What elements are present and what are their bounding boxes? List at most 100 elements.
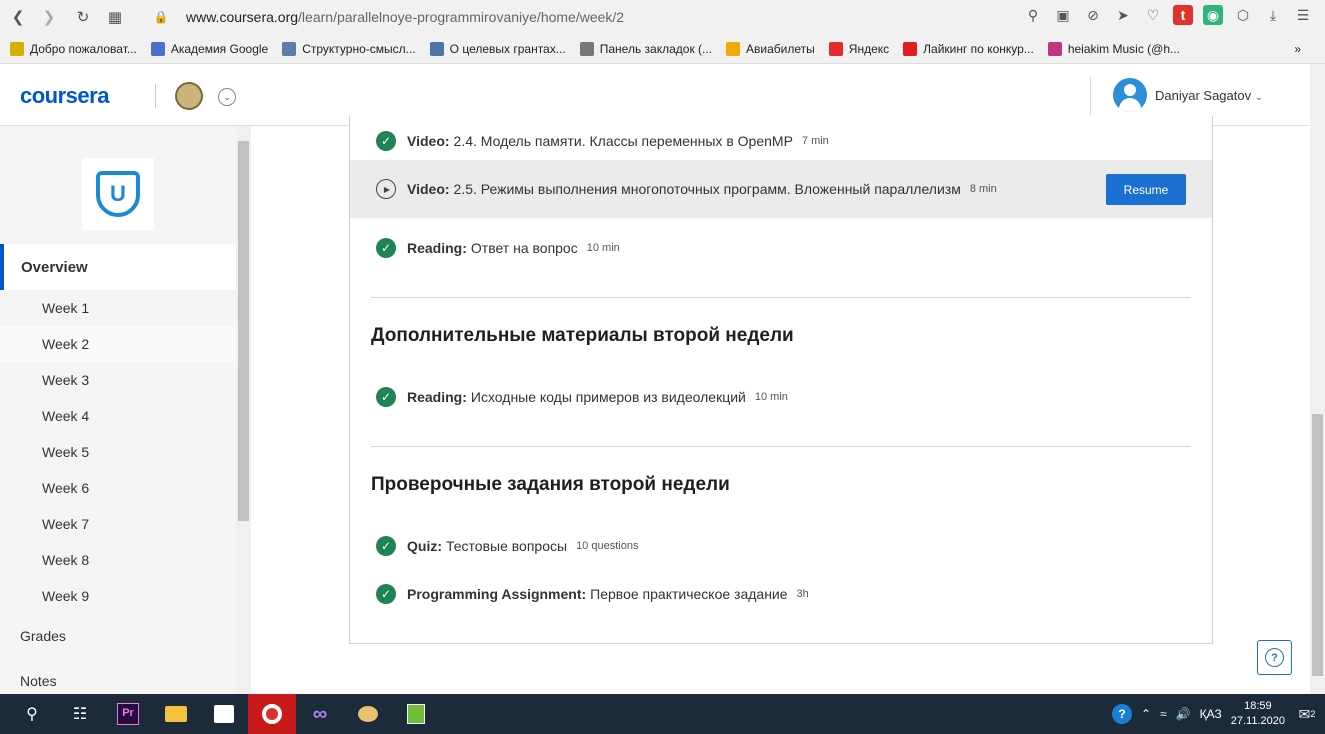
browser-toolbar: ❮ ❯ ↻ ▦ 🔒 www.coursera.org/learn/paralle… [0, 0, 1325, 34]
list-item[interactable]: ✓ Reading: Ответ на вопрос 10 min [350, 223, 1212, 273]
list-item[interactable]: ✓ Video: 2.4. Модель памяти. Классы пере… [350, 116, 1212, 166]
resume-button[interactable]: Resume [1106, 174, 1186, 205]
header-divider-right [1090, 76, 1091, 116]
item-title: Исходные коды примеров из видеолекций [470, 389, 746, 405]
chevron-down-icon[interactable]: ⌄ [218, 88, 236, 106]
menu-icon[interactable]: ☰ [1293, 5, 1313, 25]
bookmark-favicon-icon [282, 41, 297, 56]
volume-icon[interactable]: 🔊 [1176, 707, 1191, 721]
file-explorer-icon[interactable] [152, 694, 200, 734]
check-icon: ✓ [376, 584, 396, 604]
item-type: Video: [407, 181, 450, 197]
notifications-count: 2 [1310, 709, 1316, 719]
bookmark-favicon-icon [903, 41, 918, 56]
item-title: Первое практическое задание [590, 586, 788, 602]
cube-icon[interactable]: ⬡ [1233, 5, 1253, 25]
item-title: Тестовые вопросы [446, 538, 568, 554]
notifications-icon[interactable]: ✉ 2 [1295, 702, 1319, 726]
sidebar-item-week-2[interactable]: Week 2 [0, 326, 236, 362]
bookmark-favicon-icon [10, 41, 24, 56]
download-icon[interactable]: ⤓ [1263, 5, 1283, 25]
bookmark-label: Структурно-смысл... [302, 41, 416, 56]
sidebar-item-week-3[interactable]: Week 3 [0, 362, 236, 398]
extension-green-icon[interactable]: ◉ [1203, 5, 1223, 25]
block-icon[interactable]: ⊘ [1083, 5, 1103, 25]
section-title: Проверочные задания второй недели [371, 474, 730, 495]
address-bar[interactable]: www.coursera.org/learn/parallelnoye-prog… [186, 5, 624, 29]
task-view-icon[interactable]: ☷ [56, 694, 104, 734]
bookmark-label: Добро пожаловат... [30, 41, 137, 56]
help-tray-icon[interactable]: ? [1112, 704, 1133, 724]
heart-icon[interactable]: ♡ [1143, 5, 1163, 25]
bookmarks-overflow-icon[interactable]: » [1294, 42, 1301, 56]
user-menu[interactable]: Daniyar Sagatov ⌄ [1155, 88, 1263, 103]
bookmark-label: Академия Google [170, 41, 269, 56]
wifi-icon[interactable]: ≈ [1160, 707, 1167, 721]
tabs-grid-icon[interactable]: ▦ [104, 6, 126, 28]
clock[interactable]: 18:59 27.11.2020 [1231, 699, 1285, 729]
item-title: 2.4. Модель памяти. Классы переменных в … [453, 133, 793, 149]
course-sidebar: U Overview Week 1 Week 2 Week 3 Week 4 Week … [0, 126, 246, 694]
forward-icon[interactable]: ❯ [38, 6, 60, 28]
item-type: Quiz: [407, 538, 442, 554]
sidebar-item-grades[interactable]: Grades [0, 618, 236, 654]
bookmark-item[interactable]: Структурно-смысл... [282, 41, 416, 56]
bookmark-item[interactable]: Яндекс [828, 41, 889, 56]
send-icon[interactable]: ➤ [1113, 5, 1133, 25]
windows-taskbar: ⚲ ☷ Pr ∞ ? ⌃ ≈ 🔊 ҚАЗ 18:59 27.11.2020 ✉ 2 [0, 694, 1325, 734]
help-icon: ? [1265, 648, 1284, 667]
lock-icon[interactable]: 🔒 [150, 6, 172, 28]
list-item-current[interactable]: ▶ Video: 2.5. Режимы выполнения многопот… [350, 160, 1212, 218]
play-icon: ▶ [376, 179, 396, 199]
language-indicator[interactable]: ҚАЗ [1200, 707, 1222, 721]
search-icon[interactable]: ⚲ [8, 694, 56, 734]
bookmark-favicon-icon [429, 41, 444, 56]
notepad-icon[interactable] [392, 694, 440, 734]
extension-red-icon[interactable]: t [1173, 5, 1193, 25]
course-logo[interactable]: U [82, 158, 154, 230]
visual-studio-icon[interactable]: ∞ [296, 694, 344, 734]
store-icon[interactable] [200, 694, 248, 734]
url-host: www.coursera.org [186, 9, 299, 25]
sidebar-item-overview[interactable]: Overview [0, 244, 236, 290]
coursera-logo[interactable]: coursera [20, 83, 109, 109]
bookmark-label: Панель закладок (... [599, 41, 713, 56]
check-icon: ✓ [376, 536, 396, 556]
search-icon[interactable]: ⚲ [1023, 5, 1043, 25]
bookmark-item[interactable]: Добро пожаловат... [10, 41, 137, 56]
clock-time: 18:59 [1244, 700, 1272, 712]
opera-icon[interactable] [248, 694, 296, 734]
camera-icon[interactable]: ▣ [1053, 5, 1073, 25]
back-icon[interactable]: ❮ [7, 6, 29, 28]
help-button[interactable]: ? [1257, 640, 1292, 675]
bookmark-item[interactable]: О целевых грантах... [429, 41, 566, 56]
sidebar-item-week-4[interactable]: Week 4 [0, 398, 236, 434]
sidebar-item-week-5[interactable]: Week 5 [0, 434, 236, 470]
sidebar-item-week-1[interactable]: Week 1 [0, 290, 236, 326]
sidebar-item-week-7[interactable]: Week 7 [0, 506, 236, 542]
bookmark-item[interactable]: Авиабилеты [726, 41, 815, 56]
list-item[interactable]: ✓ Quiz: Тестовые вопросы 10 questions [350, 521, 1212, 571]
item-title: Ответ на вопрос [470, 240, 578, 256]
week-content-card: ✓ Video: 2.4. Модель памяти. Классы пере… [349, 116, 1213, 644]
bookmark-item[interactable]: Панель закладок (... [579, 41, 713, 56]
chevron-up-icon[interactable]: ⌃ [1141, 707, 1151, 721]
bookmark-item[interactable]: Академия Google [150, 41, 269, 56]
list-item[interactable]: ✓ Reading: Исходные коды примеров из вид… [350, 372, 1212, 422]
list-item[interactable]: ✓ Programming Assignment: Первое практич… [350, 569, 1212, 619]
avatar[interactable] [1113, 78, 1147, 112]
sidebar-item-week-9[interactable]: Week 9 [0, 578, 236, 614]
university-logo[interactable] [175, 82, 203, 110]
bookmark-item[interactable]: heiakim Music (@h... [1047, 41, 1180, 56]
bookmark-label: Лайкинг по конкур... [923, 41, 1034, 56]
sidebar-scrollbar-thumb[interactable] [238, 141, 249, 521]
page-scrollbar-thumb[interactable] [1312, 414, 1323, 676]
check-icon: ✓ [376, 238, 396, 258]
paint-icon[interactable] [344, 694, 392, 734]
premiere-icon[interactable]: Pr [104, 694, 152, 734]
bookmark-item[interactable]: Лайкинг по конкур... [903, 41, 1034, 56]
reload-icon[interactable]: ↻ [72, 6, 94, 28]
url-path: /learn/parallelnoye-programmirovaniye/ho… [298, 9, 625, 25]
sidebar-item-week-8[interactable]: Week 8 [0, 542, 236, 578]
sidebar-item-week-6[interactable]: Week 6 [0, 470, 236, 506]
